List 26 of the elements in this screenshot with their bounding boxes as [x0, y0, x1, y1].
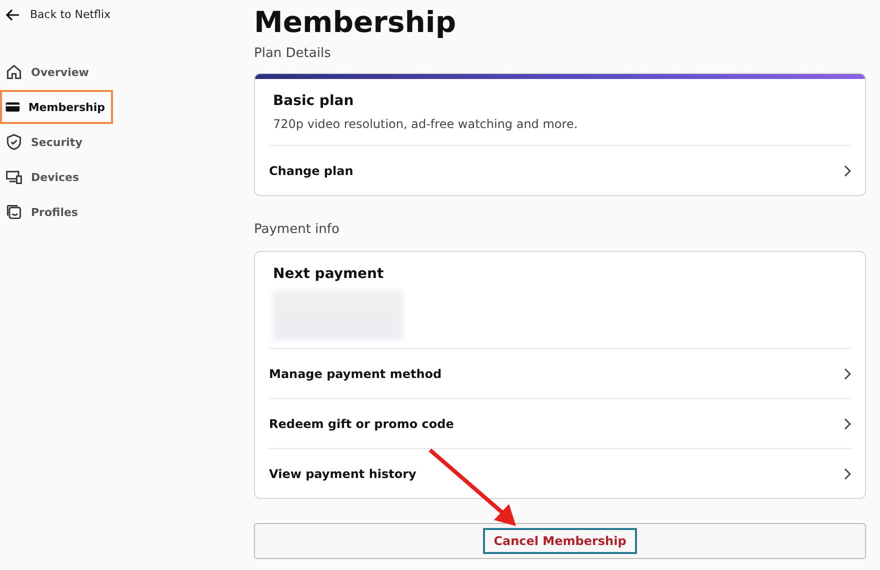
profiles-icon [5, 203, 23, 221]
nav-item[interactable]: Devices [0, 160, 88, 194]
nav-item[interactable]: Profiles [0, 195, 86, 229]
section-label: Payment info [254, 222, 340, 237]
chevron-icon [843, 368, 851, 380]
plan-description: 720p video resolution, ad-free watching and more. [273, 117, 579, 131]
cancel-membership-button[interactable]: Cancel Membership [254, 523, 866, 559]
back-link[interactable]: Back to Netflix [6, 8, 254, 21]
nav-item[interactable]: Membership [0, 90, 113, 124]
shield-icon [5, 133, 23, 151]
chevron-icon [843, 418, 851, 430]
nav-item[interactable]: Security [0, 125, 90, 159]
chevron-icon [843, 164, 851, 176]
page-title: Membership [254, 4, 458, 41]
back-arrow-icon [6, 8, 20, 20]
payment-row[interactable]: View payment history [269, 448, 851, 498]
home-icon [5, 63, 23, 81]
next-payment-heading: Next payment [273, 266, 385, 282]
nav-item[interactable]: Overview [0, 55, 97, 89]
payment-row[interactable]: Manage payment method [269, 348, 851, 398]
section-label: Plan Details [254, 46, 332, 61]
payment-row[interactable]: Redeem gift or promo code [269, 398, 851, 448]
devices-icon [5, 168, 23, 186]
chevron-icon [843, 468, 851, 480]
plan-name: Basic plan [273, 93, 355, 109]
change-plan-link[interactable]: Change plan [269, 145, 851, 195]
